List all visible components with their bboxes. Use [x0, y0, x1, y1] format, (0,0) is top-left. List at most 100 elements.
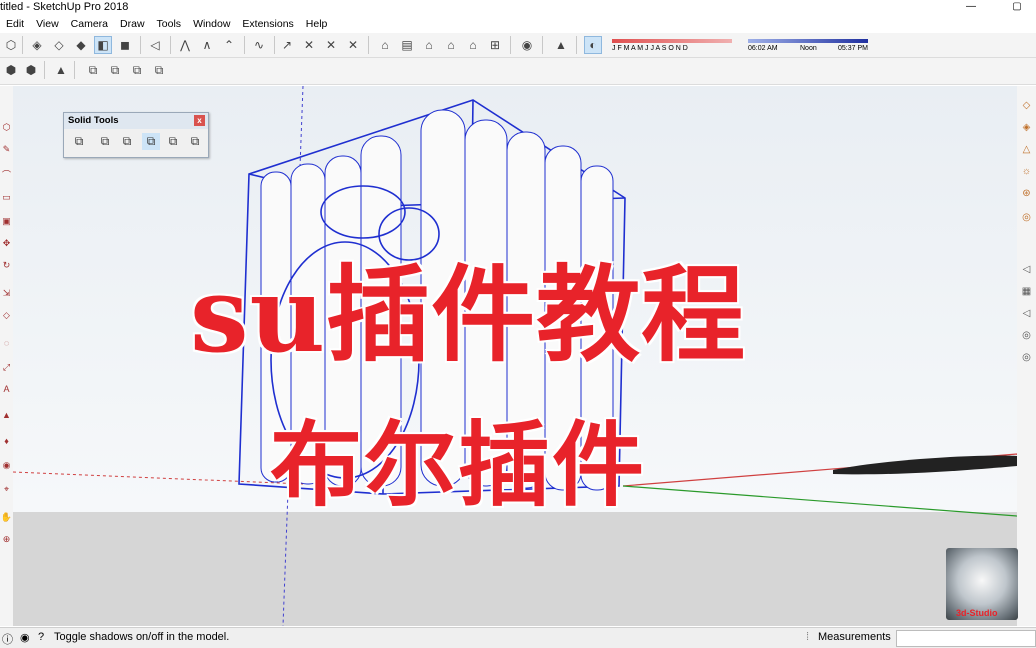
- time-slider[interactable]: [748, 39, 868, 43]
- layer-icon[interactable]: ▲: [52, 61, 70, 79]
- rectangle-icon[interactable]: ▭: [0, 190, 13, 204]
- menu-edit[interactable]: Edit: [0, 16, 30, 32]
- model-viewport[interactable]: Solid Tools x ⧉ ⧉ ⧉ ⧉ ⧉ ⧉: [13, 86, 1017, 626]
- menu-draw[interactable]: Draw: [114, 16, 151, 32]
- record-icon[interactable]: ◉: [518, 36, 536, 54]
- select-icon[interactable]: ⬡: [2, 36, 20, 54]
- month-slider[interactable]: [612, 39, 732, 43]
- status-bar: ⓘ ◉ ? Toggle shadows on/off in the model…: [0, 627, 1036, 648]
- stamp-icon[interactable]: ↗: [278, 36, 296, 54]
- flip-edge-icon[interactable]: ✕: [344, 36, 362, 54]
- pencil-icon[interactable]: ✎: [0, 142, 13, 156]
- menu-window[interactable]: Window: [187, 16, 236, 32]
- textured-style-icon[interactable]: ◼: [116, 36, 134, 54]
- shadow-time-mid: Noon: [800, 45, 817, 52]
- warehouse-icon[interactable]: ⌂: [376, 36, 394, 54]
- solid-tools-title: Solid Tools: [68, 115, 119, 126]
- sandbox-from-contours-icon[interactable]: ⋀: [176, 36, 194, 54]
- intersect-tool-icon[interactable]: ⧉: [96, 133, 114, 150]
- plugin-tool-8-icon[interactable]: ▦: [1019, 284, 1034, 299]
- top-view-icon[interactable]: ◇: [50, 36, 68, 54]
- offset-icon[interactable]: ◇: [0, 308, 13, 322]
- plugin-tool-10-icon[interactable]: ◎: [1019, 328, 1034, 343]
- left-toolbar: ⬡ ✎ ⌒ ▭ ▣ ✥ ↻ ⇲ ◇ ◌ ⤢ A ▲ ♦ ◉ ⌖ ✋ ⊕: [0, 86, 13, 626]
- menu-tools[interactable]: Tools: [151, 16, 188, 32]
- styles-icon[interactable]: ▲: [552, 36, 570, 54]
- info-icon[interactable]: ⓘ: [2, 631, 13, 647]
- menu-camera[interactable]: Camera: [65, 16, 114, 32]
- close-icon[interactable]: x: [194, 115, 205, 126]
- minimize-button[interactable]: —: [960, 0, 982, 14]
- pan-icon[interactable]: ✋: [0, 510, 13, 524]
- menu-bar: Edit View Camera Draw Tools Window Exten…: [0, 16, 1036, 32]
- plugin-tool-4-icon[interactable]: ☼: [1019, 164, 1034, 179]
- arc-icon[interactable]: ⌒: [0, 168, 13, 182]
- outer-shell-tool-icon[interactable]: ⧉: [70, 133, 88, 150]
- union-tool-icon[interactable]: ⧉: [118, 133, 136, 150]
- move-icon[interactable]: ✥: [0, 236, 13, 250]
- plugin-tool-7-icon[interactable]: ◁: [1019, 262, 1034, 277]
- eraser-icon[interactable]: ⬡: [0, 120, 13, 134]
- smoove-icon[interactable]: ⌃: [220, 36, 238, 54]
- shadow-months[interactable]: J F M A M J J A S O N D: [612, 45, 688, 52]
- pushpull-icon[interactable]: ▣: [0, 214, 13, 228]
- plugin-tool-5-icon[interactable]: ⊛: [1019, 186, 1034, 201]
- front-view-icon[interactable]: ◆: [72, 36, 90, 54]
- component-icon[interactable]: ⌂: [442, 36, 460, 54]
- model-drawing: [13, 86, 1017, 626]
- menu-extensions[interactable]: Extensions: [236, 16, 299, 32]
- outer-shell-icon[interactable]: ⧉: [84, 61, 102, 79]
- zoom-extents-icon[interactable]: ⬢: [22, 61, 40, 79]
- section-plane-icon[interactable]: ◁: [146, 36, 164, 54]
- shadow-time-start: 06:02 AM: [748, 45, 778, 52]
- status-message: Toggle shadows on/off in the model.: [54, 631, 230, 643]
- plugin-tool-11-icon[interactable]: ◎: [1019, 350, 1034, 365]
- zoom-icon[interactable]: ⊕: [0, 532, 13, 546]
- solid-tools-panel[interactable]: Solid Tools x ⧉ ⧉ ⧉ ⧉ ⧉ ⧉: [63, 112, 209, 158]
- iso-view-icon[interactable]: ◈: [28, 36, 46, 54]
- plugin-tool-6-icon[interactable]: ◎: [1019, 210, 1034, 225]
- channel-watermark: 3d-Studio: [946, 548, 1018, 620]
- orbit-icon[interactable]: ⬢: [2, 61, 20, 79]
- subtract-icon[interactable]: ⧉: [150, 61, 168, 79]
- rotate-icon[interactable]: ↻: [0, 258, 13, 272]
- split-tool-icon[interactable]: ⧉: [186, 133, 204, 150]
- walk-icon[interactable]: ♦: [0, 434, 13, 448]
- shaded-style-icon[interactable]: ◧: [94, 36, 112, 54]
- restore-button[interactable]: ▢: [1006, 0, 1028, 14]
- menu-view[interactable]: View: [30, 16, 65, 32]
- shadows-toggle-icon[interactable]: ◐: [584, 36, 602, 54]
- dimension-icon[interactable]: ⤢: [0, 360, 13, 374]
- subtract-tool-icon[interactable]: ⧉: [142, 133, 160, 150]
- plugin-tool-3-icon[interactable]: △: [1019, 142, 1034, 157]
- grip-icon: ⁞: [806, 631, 810, 643]
- watermark-text: 3d-Studio: [956, 608, 998, 618]
- house-icon[interactable]: ⌂: [464, 36, 482, 54]
- help-icon[interactable]: ?: [38, 631, 44, 643]
- user-icon[interactable]: ◉: [20, 631, 30, 644]
- plugin-tool-1-icon[interactable]: ◇: [1019, 98, 1034, 113]
- add-detail-icon[interactable]: ✕: [322, 36, 340, 54]
- share-model-icon[interactable]: ▤: [398, 36, 416, 54]
- union-icon[interactable]: ⧉: [128, 61, 146, 79]
- measurements-label: Measurements: [818, 631, 891, 643]
- freehand-icon[interactable]: ∿: [250, 36, 268, 54]
- plugin-tool-2-icon[interactable]: ◈: [1019, 120, 1034, 135]
- plugin-tool-9-icon[interactable]: ◁: [1019, 306, 1034, 321]
- text-icon[interactable]: A: [0, 382, 13, 396]
- position-camera-icon[interactable]: ⌖: [0, 482, 13, 496]
- menu-help[interactable]: Help: [300, 16, 334, 32]
- scale-icon[interactable]: ⇲: [0, 286, 13, 300]
- right-toolbar: ◇ ◈ △ ☼ ⊛ ◎ ◁ ▦ ◁ ◎ ◎: [1017, 86, 1036, 626]
- tape-icon[interactable]: ◌: [0, 336, 13, 350]
- extension-warehouse-icon[interactable]: ⊞: [486, 36, 504, 54]
- trim-tool-icon[interactable]: ⧉: [164, 133, 182, 150]
- look-icon[interactable]: ◉: [0, 458, 13, 472]
- measurements-field[interactable]: [896, 630, 1036, 647]
- intersect-icon[interactable]: ⧉: [106, 61, 124, 79]
- paint-icon[interactable]: ▲: [0, 408, 13, 422]
- drape-icon[interactable]: ✕: [300, 36, 318, 54]
- home-icon[interactable]: ⌂: [420, 36, 438, 54]
- shadow-time-end: 05:37 PM: [838, 45, 868, 52]
- sandbox-from-scratch-icon[interactable]: ∧: [198, 36, 216, 54]
